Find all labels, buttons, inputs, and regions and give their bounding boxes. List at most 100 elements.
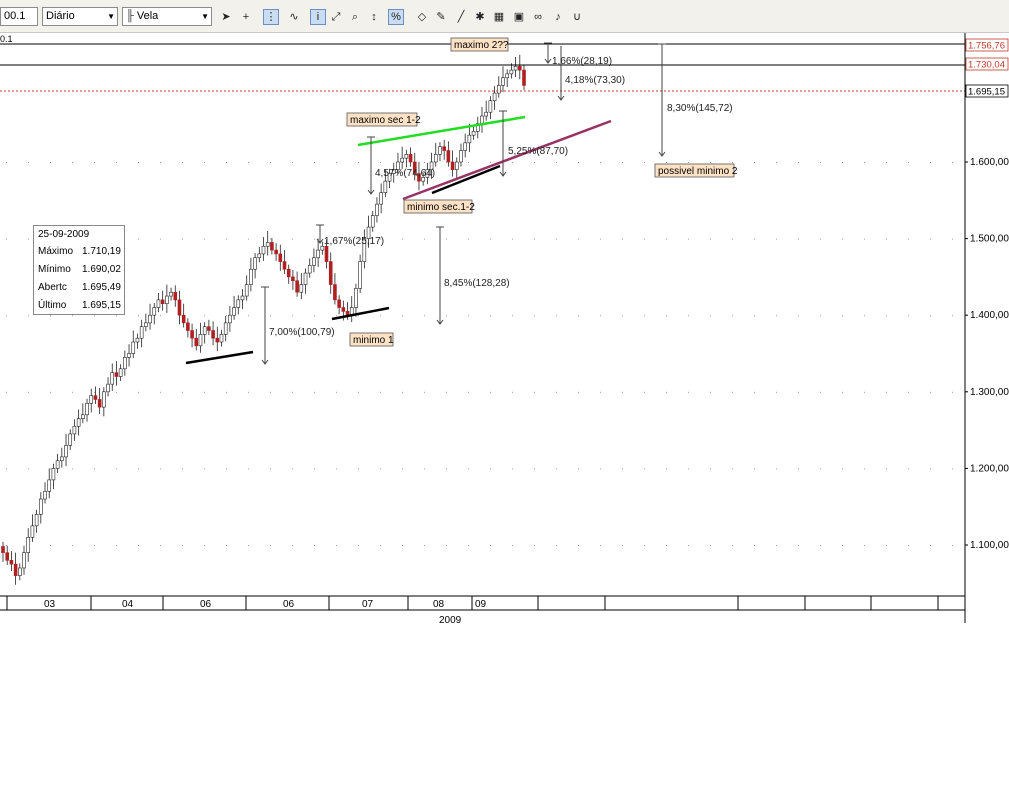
pointer-icon[interactable]: ➤ [218, 9, 234, 25]
grid-dot [512, 545, 513, 546]
alert-bell-icon[interactable]: ♪ [550, 9, 566, 25]
grid-dot [622, 238, 623, 240]
grid-dot [534, 468, 535, 470]
draw-icon[interactable]: ✎ [433, 9, 449, 25]
candle-body [517, 65, 522, 71]
grid-dot [688, 315, 689, 317]
grid-dot [534, 391, 535, 393]
x-tick-label: 03 [44, 599, 56, 610]
grid-dot [666, 391, 667, 393]
chevron-down-icon: ▼ [107, 12, 115, 21]
grid-dot [512, 315, 513, 317]
grid-dot [864, 162, 865, 163]
grid-dot [468, 315, 469, 317]
candle-body [257, 253, 262, 259]
grid-dot [446, 545, 447, 546]
price-chart[interactable]: 1,66%(28,19) 4,18%(73,30) 8,30%(145,72) … [0, 33, 1009, 633]
grid-dot [226, 391, 227, 393]
candle-body [375, 203, 379, 216]
symbol-input[interactable]: 00.1 [0, 7, 38, 26]
candle-body [509, 69, 514, 75]
grid-dot [666, 315, 667, 317]
indicator-icon[interactable]: ✱ [472, 9, 488, 25]
grid-dot [490, 162, 491, 163]
grid-dot [182, 238, 183, 240]
info-icon[interactable]: i [310, 9, 326, 25]
grid-dot [424, 391, 425, 393]
grid-dot [446, 238, 447, 240]
grid-dot [688, 162, 689, 163]
grid-dot [798, 162, 799, 163]
grid-dot [402, 315, 403, 317]
candle-body [442, 146, 446, 151]
x-tick-label: 04 [122, 599, 134, 610]
grid-dot [358, 468, 359, 470]
grid-dot [556, 545, 557, 546]
layout-icon[interactable]: ▣ [511, 9, 527, 25]
grid-dot [886, 391, 887, 393]
grid-dot [798, 545, 799, 546]
grid-dot [930, 391, 931, 393]
price-tag-label: 1.756,76 [968, 41, 1005, 52]
y-tick-label: 1.500,00 [970, 234, 1009, 245]
info-value: 1.695,15 [82, 300, 121, 311]
symbol-short-label: 0.1 [0, 34, 13, 44]
grid-dot [248, 545, 249, 546]
grid-dot [732, 468, 733, 470]
grid-dot [270, 391, 271, 393]
crosshair-icon[interactable]: + [238, 9, 254, 25]
grid-dot [138, 545, 139, 546]
candle-body [223, 322, 228, 335]
grid-dot [424, 468, 425, 470]
magnet-icon[interactable]: ∪ [569, 9, 585, 25]
candle-body [438, 146, 442, 155]
grid-dot [578, 315, 579, 317]
grid-dot [556, 391, 557, 393]
time-axis: 03 04 06 06 07 08 09 [0, 595, 965, 611]
grid-dot [72, 545, 73, 546]
candle-body [505, 73, 509, 79]
percent-icon[interactable]: % [388, 9, 404, 25]
grid-dot [776, 545, 777, 546]
wave-tool-icon[interactable]: ∿ [286, 9, 302, 25]
grid-dot [798, 391, 799, 393]
grid-dot [886, 238, 887, 240]
candle-body [513, 65, 518, 71]
period-select[interactable]: Diário ▼ [42, 7, 118, 26]
grid-dot [72, 162, 73, 163]
candle-body [244, 284, 249, 297]
support-line-1 [185, 350, 254, 365]
candle-body [228, 314, 232, 324]
grid-dot [666, 238, 667, 240]
grid-dot [160, 162, 161, 163]
move-icon[interactable]: ⤢ [328, 9, 344, 25]
eraser-icon[interactable]: ◇ [414, 9, 430, 25]
grid-dot [512, 162, 513, 163]
candle-body [303, 272, 308, 285]
grid-dot [512, 238, 513, 240]
grid-dot [226, 315, 227, 317]
line-tool-icon[interactable]: ╱ [453, 9, 469, 25]
candle-body [135, 337, 140, 343]
candle-body [404, 154, 409, 159]
link-icon[interactable]: ∞ [530, 9, 546, 25]
grid-dot [930, 315, 931, 317]
grid-dot [886, 315, 887, 317]
grid-dot [710, 468, 711, 470]
grid-dot [688, 468, 689, 470]
zoom-icon[interactable]: ⌕ [347, 9, 363, 25]
grid-dot [864, 468, 865, 470]
candle-body [110, 372, 115, 385]
candle-body [177, 299, 182, 316]
template-icon[interactable]: ▦ [491, 9, 507, 25]
scale-icon[interactable]: ↕ [366, 9, 382, 25]
candle-body [282, 261, 287, 270]
grid-dot [446, 315, 447, 317]
candle-body [123, 357, 127, 370]
grid-dot [182, 162, 183, 163]
dotted-grid-icon[interactable]: ⋮ [263, 9, 279, 25]
candle-body [18, 567, 22, 576]
grid-dot [116, 315, 117, 317]
chart-style-select[interactable]: ╟ Vela ▼ [122, 7, 212, 26]
candle-body [446, 150, 451, 163]
